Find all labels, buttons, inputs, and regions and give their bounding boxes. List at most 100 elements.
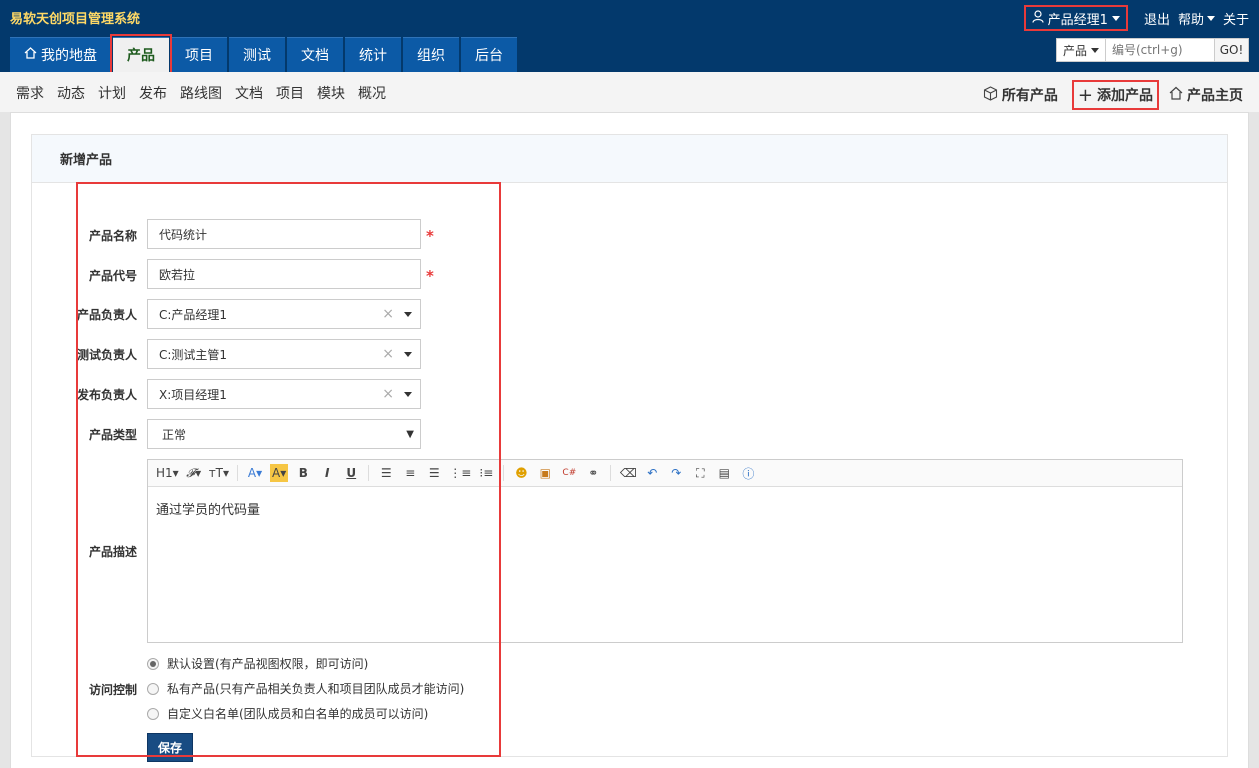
underline-icon[interactable]: U [342,464,360,482]
subnav-item-view[interactable]: 概况 [358,83,386,103]
header: 易软天创项目管理系统 产品经理1 退出 帮助 关于 我的地盘 产品 项目 测试 … [0,0,1259,75]
product-code-input[interactable]: 欧若拉 [147,259,421,289]
chevron-down-icon [1091,47,1099,53]
tab-label: 统计 [359,48,387,64]
font-color-icon[interactable]: A▾ [246,464,264,482]
font-size-icon[interactable]: тT▾ [209,464,229,482]
align-right-icon[interactable]: ☰ [425,464,443,482]
acl-option-default[interactable]: 默认设置(有产品视图权限，即可访问) [147,655,368,672]
release-owner-select[interactable]: X:项目经理1 × [147,379,421,409]
about-link[interactable]: 关于 [1223,9,1249,28]
tab-label: 我的地盘 [41,48,97,64]
user-name: 产品经理1 [1047,12,1108,28]
fullscreen-icon[interactable]: ⛶ [691,464,709,482]
logout-link[interactable]: 退出 [1144,9,1170,28]
tab-label: 项目 [185,48,213,64]
qd-label: 测试负责人 [76,348,137,362]
user-menu[interactable]: 产品经理1 [1023,5,1128,31]
product-owner-select[interactable]: C:产品经理1 × [147,299,421,329]
add-product-button[interactable]: + 添加产品 [1071,80,1159,110]
radio-unselected[interactable] [147,707,159,720]
clear-format-icon[interactable]: ⌫ [619,464,637,482]
user-icon [1032,9,1044,27]
clear-icon[interactable]: × [382,306,394,322]
subnav-item-module[interactable]: 模块 [317,83,345,103]
editor-toolbar: H1▾ 𝓕▾ тT▾ A▾ A▾ B I U ☰ ≡ ☰ ⋮≡ ⁝≡ ☻ ▣ C… [148,460,1182,487]
test-owner-select[interactable]: C:测试主管1 × [147,339,421,369]
ordered-list-icon[interactable]: ⋮≡ [449,464,471,482]
home-icon [24,47,37,63]
product-name-input[interactable]: 代码统计 [147,219,421,249]
home-icon [1169,86,1183,104]
clear-icon[interactable]: × [382,346,394,362]
tab-label: 产品 [127,48,155,64]
subnav-item-project[interactable]: 项目 [276,83,304,103]
clear-icon[interactable]: × [382,386,394,402]
help-label: 帮助 [1177,12,1204,28]
acl-option-custom[interactable]: 自定义白名单(团队成员和白名单的成员可以访问) [147,705,428,722]
toolbar-divider [237,465,239,481]
subnav-item-release[interactable]: 发布 [139,83,167,103]
source-icon[interactable]: ▤ [715,464,733,482]
code-icon[interactable]: C# [560,464,578,482]
radio-selected[interactable] [147,657,159,670]
page-title: 新增产品 [32,135,1227,183]
unordered-list-icon[interactable]: ⁝≡ [477,464,495,482]
tab-product[interactable]: 产品 [110,34,172,75]
toolbar-divider [368,465,370,481]
redo-icon[interactable]: ↷ [667,464,685,482]
tab-label: 组织 [417,48,445,64]
acl-option-private[interactable]: 私有产品(只有产品相关负责人和项目团队成员才能访问) [147,680,464,697]
tab-project[interactable]: 项目 [171,37,227,72]
font-family-icon[interactable]: 𝓕▾ [185,464,203,482]
subnav-item-roadmap[interactable]: 路线图 [180,83,222,103]
link-icon[interactable]: ⚭ [584,464,602,482]
emoticon-icon[interactable]: ☻ [512,464,530,482]
align-left-icon[interactable]: ☰ [377,464,395,482]
tab-admin[interactable]: 后台 [461,37,517,72]
bold-icon[interactable]: B [294,464,312,482]
chevron-down-icon [1206,15,1215,21]
save-button[interactable]: 保存 [147,733,193,762]
image-icon[interactable]: ▣ [536,464,554,482]
plus-icon: + [1077,84,1093,106]
undo-icon[interactable]: ↶ [643,464,661,482]
acl-option-label: 私有产品(只有产品相关负责人和项目团队成员才能访问) [167,682,465,696]
tab-report[interactable]: 统计 [345,37,401,72]
toolbar-divider [503,465,505,481]
search-box: 产品 GO! [1055,38,1249,62]
acl-option-label: 默认设置(有产品视图权限，即可访问) [167,657,369,671]
cube-icon [983,85,998,105]
sub-nav: 需求 动态 计划 发布 路线图 文档 项目 模块 概况 所有产品 + 添加产品 … [0,72,1259,112]
product-home-label: 产品主页 [1187,88,1243,104]
tab-label: 测试 [243,48,271,64]
italic-icon[interactable]: I [318,464,336,482]
acl-option-label: 自定义白名单(团队成员和白名单的成员可以访问) [167,707,429,721]
product-home-link[interactable]: 产品主页 [1169,80,1243,110]
search-input[interactable] [1106,39,1214,61]
highlight-icon[interactable]: A▾ [270,464,289,482]
subnav-item-dynamic[interactable]: 动态 [57,83,85,103]
subnav-item-plan[interactable]: 计划 [98,83,126,103]
search-scope-select[interactable]: 产品 [1057,39,1106,61]
tab-doc[interactable]: 文档 [287,37,343,72]
rd-label: 发布负责人 [76,388,137,402]
tab-test[interactable]: 测试 [229,37,285,72]
align-center-icon[interactable]: ≡ [401,464,419,482]
radio-unselected[interactable] [147,682,159,695]
heading-icon[interactable]: H1▾ [156,464,179,482]
tab-company[interactable]: 组织 [403,37,459,72]
search-go-button[interactable]: GO! [1214,39,1248,61]
desc-label: 产品描述 [88,545,137,559]
help-icon[interactable]: ⓘ [739,464,757,482]
required-mark: * [426,227,434,245]
all-products-label: 所有产品 [1001,88,1058,104]
product-type-select[interactable]: 正常 ▼ [147,419,421,449]
subnav-item-doc[interactable]: 文档 [235,83,263,103]
all-products-link[interactable]: 所有产品 [979,80,1062,110]
help-menu[interactable]: 帮助 [1178,9,1215,28]
subnav-item-story[interactable]: 需求 [16,83,44,103]
chevron-down-icon [404,311,412,317]
tab-my[interactable]: 我的地盘 [10,37,111,72]
description-content[interactable]: 通过学员的代码量 [148,487,1182,530]
